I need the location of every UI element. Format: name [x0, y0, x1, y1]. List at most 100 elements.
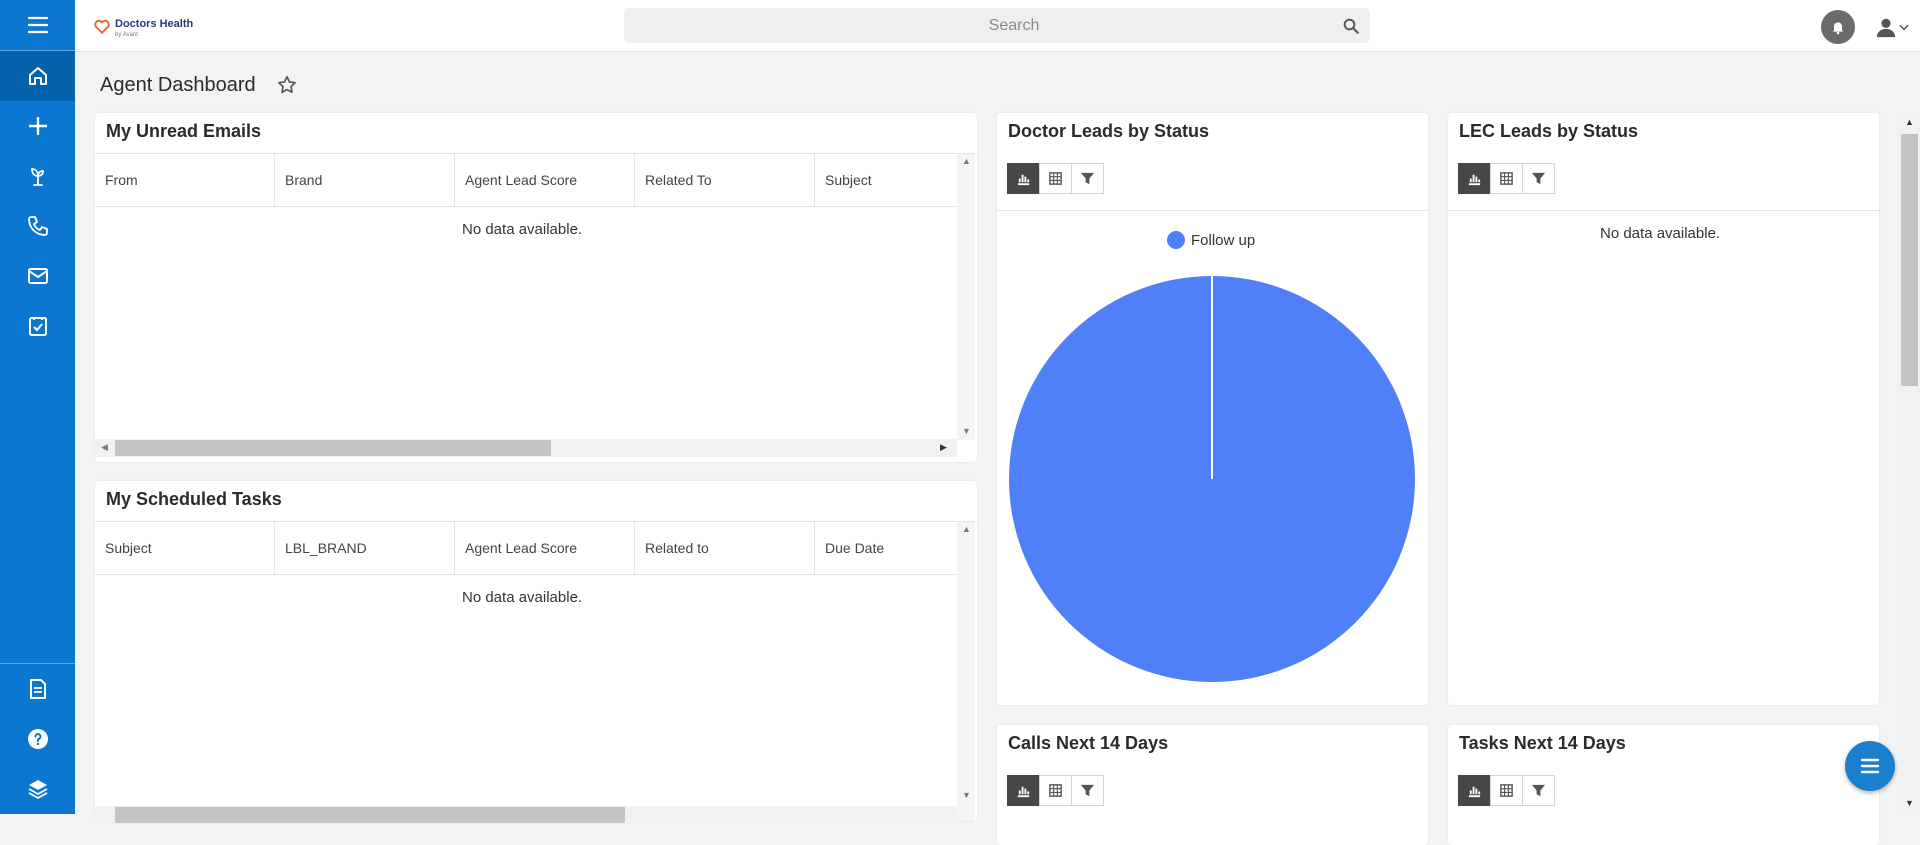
filter-icon: [1531, 784, 1546, 797]
top-bar: Doctors Health by Avant: [75, 0, 1920, 52]
floating-menu-button[interactable]: [1845, 741, 1895, 791]
lec-leads-panel: LEC Leads by Status No data available.: [1448, 113, 1879, 705]
scroll-up-icon[interactable]: ▲: [1905, 117, 1914, 127]
empty-state-text: No data available.: [462, 589, 583, 606]
table-icon: [1500, 172, 1513, 185]
empty-state-text: No data available.: [462, 221, 583, 238]
user-menu-button[interactable]: [1875, 14, 1915, 40]
table-view-button[interactable]: [1490, 775, 1523, 806]
scheduled-tasks-panel: My Scheduled Tasks Subject LBL_BRAND Age…: [95, 481, 977, 824]
legend-swatch: [1167, 231, 1185, 249]
sidebar-item-documents[interactable]: [0, 664, 75, 714]
tasks-next-14-days-panel: Tasks Next 14 Days: [1448, 725, 1879, 845]
page-title: Agent Dashboard: [100, 74, 256, 96]
bar-chart-icon: [1017, 786, 1030, 798]
scroll-thumb[interactable]: [1901, 134, 1918, 386]
view-toggle: [1458, 163, 1555, 194]
scroll-down-icon[interactable]: ▼: [962, 426, 971, 436]
sidebar-item-help[interactable]: [0, 714, 75, 764]
chart-legend[interactable]: Follow up: [1167, 231, 1255, 249]
view-toggle: [1007, 775, 1104, 806]
column-header-from[interactable]: From: [95, 154, 275, 206]
sidebar-item-emails[interactable]: [0, 251, 75, 301]
filter-icon: [1080, 784, 1095, 797]
home-icon: [28, 67, 47, 85]
mail-icon: [27, 268, 48, 284]
column-header-subject[interactable]: Subject: [95, 522, 275, 574]
notifications-button[interactable]: [1821, 10, 1855, 44]
sidebar-item-home[interactable]: [0, 51, 75, 101]
search-icon[interactable]: [1342, 17, 1360, 35]
page-scrollbar[interactable]: ▲ ▼: [1899, 114, 1920, 814]
scroll-thumb[interactable]: [115, 440, 551, 456]
table-header: From Brand Agent Lead Score Related To S…: [95, 154, 957, 207]
chevron-down-icon: [1899, 24, 1909, 31]
sidebar-item-modules[interactable]: [0, 764, 75, 814]
scroll-right-icon[interactable]: ▶: [940, 442, 947, 453]
column-header-lead-score[interactable]: Agent Lead Score: [455, 154, 635, 206]
sidebar-item-create[interactable]: [0, 101, 75, 151]
filter-button[interactable]: [1522, 163, 1555, 194]
table-header: Subject LBL_BRAND Agent Lead Score Relat…: [95, 522, 957, 575]
chart-view-button[interactable]: [1458, 775, 1491, 806]
filter-icon: [1080, 172, 1095, 185]
column-header-lead-score[interactable]: Agent Lead Score: [455, 522, 635, 574]
panel-title: Tasks Next 14 Days: [1459, 733, 1626, 753]
logo-subtext: by Avant: [115, 32, 138, 38]
empty-state-text: No data available.: [1600, 225, 1721, 242]
chart-view-button[interactable]: [1458, 163, 1491, 194]
logo-text: Doctors Health: [115, 18, 194, 30]
user-icon: [1876, 18, 1896, 38]
legend-label: Follow up: [1191, 231, 1256, 249]
table-view-button[interactable]: [1490, 163, 1523, 194]
document-icon: [29, 679, 46, 699]
filter-button[interactable]: [1071, 163, 1104, 194]
chart-view-button[interactable]: [1007, 775, 1040, 806]
horizontal-scrollbar[interactable]: ◀ ▶: [95, 439, 957, 457]
phone-icon: [27, 216, 48, 236]
scroll-up-icon[interactable]: ▲: [962, 524, 971, 534]
bar-chart-icon: [1468, 174, 1481, 186]
calls-panel: Calls Next 14 Days: [997, 725, 1428, 845]
table-view-button[interactable]: [1039, 163, 1072, 194]
scroll-down-icon[interactable]: ▼: [1905, 798, 1914, 808]
panel-title: My Unread Emails: [106, 121, 262, 141]
menu-toggle-button[interactable]: [0, 0, 75, 50]
sidebar-item-tasks[interactable]: [0, 301, 75, 351]
table-icon: [1500, 784, 1513, 797]
scroll-down-icon[interactable]: ▼: [962, 790, 971, 800]
app-logo[interactable]: Doctors Health by Avant: [93, 14, 193, 38]
sidebar-item-calls[interactable]: [0, 201, 75, 251]
help-icon: [27, 729, 48, 749]
vertical-scrollbar[interactable]: ▲ ▼: [957, 522, 975, 821]
scroll-left-icon[interactable]: ◀: [101, 442, 108, 453]
column-header-related-to[interactable]: Related to: [635, 522, 815, 574]
plant-icon: [30, 168, 44, 186]
column-header-subject[interactable]: Subject: [815, 154, 957, 206]
column-header-related-to[interactable]: Related To: [635, 154, 815, 206]
column-header-due-date[interactable]: Due Date: [815, 522, 957, 574]
favorite-star-icon[interactable]: [276, 74, 298, 96]
table-view-button[interactable]: [1039, 775, 1072, 806]
column-header-brand[interactable]: LBL_BRAND: [275, 522, 455, 574]
view-toggle: [1007, 163, 1104, 194]
vertical-scrollbar[interactable]: ▲ ▼: [957, 154, 975, 440]
search-input[interactable]: [624, 8, 1364, 43]
filter-button[interactable]: [1071, 775, 1104, 806]
panel-title: Doctor Leads by Status: [1008, 121, 1210, 141]
scroll-thumb[interactable]: [115, 807, 625, 823]
sidebar-item-leads[interactable]: [0, 151, 75, 201]
filter-button[interactable]: [1522, 775, 1555, 806]
panel-divider: [997, 210, 1428, 211]
chart-view-button[interactable]: [1007, 163, 1040, 194]
column-header-brand[interactable]: Brand: [275, 154, 455, 206]
scroll-up-icon[interactable]: ▲: [962, 156, 971, 166]
doctor-leads-panel: Doctor Leads by Status Follow up: [997, 113, 1428, 705]
unread-emails-panel: My Unread Emails From Brand Agent Lead S…: [95, 113, 977, 462]
doctor-leads-pie-chart[interactable]: [1007, 273, 1417, 685]
heart-logo-icon: [94, 19, 110, 35]
layers-icon: [28, 780, 47, 800]
panel-title: My Scheduled Tasks: [106, 489, 282, 509]
list-icon: [1860, 758, 1880, 774]
horizontal-scrollbar[interactable]: [95, 806, 957, 824]
